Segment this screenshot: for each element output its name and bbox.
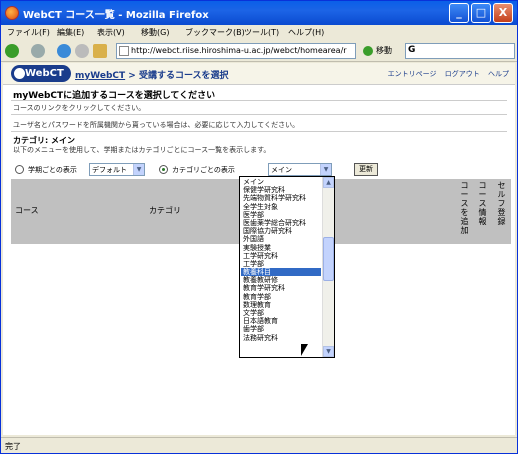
menu-edit[interactable]: 編集(E) — [57, 27, 84, 38]
status-bar: 完了 — [1, 437, 517, 453]
title-bar: WebCT コース一覧 - Mozilla Firefox _ □ X — [1, 1, 517, 25]
search-engine-icon: G — [408, 45, 416, 55]
globe-icon — [14, 68, 25, 79]
dropdown-options: メイン 保健学研究科 先端物質科学研究科 全学生対象 医学部 医歯薬学総合研究科 国際協力研… — [241, 178, 321, 342]
forward-icon[interactable] — [31, 44, 45, 58]
page-icon — [119, 46, 129, 56]
column-add-course: コースを追加 — [460, 181, 469, 235]
category-radio[interactable] — [159, 165, 168, 174]
dropdown-option[interactable]: 歯学部 — [241, 325, 321, 333]
navigation-toolbar: http://webct.riise.hiroshima-u.ac.jp/web… — [1, 40, 517, 62]
dropdown-option[interactable]: 実験授業 — [241, 244, 321, 252]
dropdown-option[interactable]: 工学部 — [241, 260, 321, 268]
divider — [11, 114, 507, 115]
column-self-register: セルフ登録 — [497, 181, 506, 226]
dropdown-option[interactable]: 法務研究科 — [241, 334, 321, 342]
menu-help[interactable]: ヘルプ(H) — [288, 27, 324, 38]
dropdown-option[interactable]: 数理教育 — [241, 301, 321, 309]
category-select-value: メイン — [271, 166, 292, 174]
url-text: http://webct.riise.hiroshima-u.ac.jp/web… — [131, 46, 347, 55]
term-select-value: デフォルト — [92, 166, 127, 174]
instruction-2: ユーザ名とパスワードを所属機関から貰っている場合は、必要に応じて入力してください… — [13, 121, 300, 129]
help-link[interactable]: ヘルプ — [488, 70, 509, 78]
category-select[interactable]: メイン ▼ — [268, 163, 332, 176]
go-icon — [363, 45, 373, 56]
category-dropdown-list[interactable]: メイン 保健学研究科 先端物質科学研究科 全学生対象 医学部 医歯薬学総合研究科 国際協力研… — [239, 176, 335, 358]
column-category: カテゴリ — [149, 206, 181, 215]
dropdown-option[interactable]: 医学部 — [241, 211, 321, 219]
dropdown-option[interactable]: 文学部 — [241, 309, 321, 317]
scroll-down-icon[interactable]: ▼ — [323, 346, 334, 357]
firefox-icon — [5, 6, 19, 20]
term-radio[interactable] — [15, 165, 24, 174]
term-radio-label: 学期ごとの表示 — [28, 166, 77, 174]
menu-bookmarks[interactable]: ブックマーク(B) — [185, 27, 245, 38]
dropdown-option[interactable]: 工学研究科 — [241, 252, 321, 260]
term-select[interactable]: デフォルト ▼ — [89, 163, 145, 176]
status-text: 完了 — [5, 442, 21, 451]
dropdown-option[interactable]: 保健学研究科 — [241, 186, 321, 194]
menu-file[interactable]: ファイル(F) — [7, 27, 50, 38]
chevron-down-icon: ▼ — [320, 164, 331, 175]
reload-icon[interactable] — [57, 44, 71, 58]
dropdown-option[interactable]: 教養科目 — [241, 268, 321, 277]
dropdown-option[interactable]: 教養教研修 — [241, 276, 321, 284]
go-button[interactable]: 移動 — [363, 45, 392, 56]
page-content: WebCT myWebCT > 受講するコースを選択 エントリページ ログアウト… — [3, 63, 515, 435]
scroll-up-icon[interactable]: ▲ — [323, 177, 334, 188]
maximize-button[interactable]: □ — [471, 3, 491, 23]
category-radio-label: カテゴリごとの表示 — [172, 166, 235, 174]
mouse-cursor-icon — [301, 344, 308, 356]
browser-window: WebCT コース一覧 - Mozilla Firefox _ □ X ファイル… — [0, 0, 518, 454]
instruction-1: コースのリンクをクリックしてください。 — [13, 104, 146, 112]
dropdown-option[interactable]: 日本語教育 — [241, 317, 321, 325]
dropdown-option[interactable]: 教育学部 — [241, 293, 321, 301]
chevron-down-icon: ▼ — [133, 164, 144, 175]
back-icon[interactable] — [5, 44, 19, 58]
webct-logo-text: WebCT — [25, 68, 64, 79]
minimize-button[interactable]: _ — [449, 3, 469, 23]
dropdown-option[interactable]: 国際協力研究科 — [241, 227, 321, 235]
stop-icon[interactable] — [75, 44, 89, 58]
menu-bar: ファイル(F) 編集(E) 表示(V) 移動(G) ブックマーク(B) ツール(… — [1, 25, 517, 40]
dropdown-option[interactable]: メイン — [241, 178, 321, 186]
dropdown-option[interactable]: 教育学研究科 — [241, 284, 321, 292]
divider — [11, 100, 507, 101]
breadcrumb-current: 受講するコースを選択 — [138, 71, 229, 81]
search-input[interactable]: G — [405, 43, 515, 59]
menu-view[interactable]: 表示(V) — [97, 27, 125, 38]
breadcrumb-separator: > — [125, 71, 139, 81]
url-input[interactable]: http://webct.riise.hiroshima-u.ac.jp/web… — [116, 43, 356, 59]
breadcrumb-mywebct[interactable]: myWebCT — [75, 71, 125, 81]
dropdown-option[interactable]: 全学生対象 — [241, 203, 321, 211]
dropdown-option[interactable]: 先端物質科学研究科 — [241, 194, 321, 202]
header-links: エントリページ ログアウト ヘルプ — [382, 69, 509, 79]
dropdown-option[interactable]: 医歯薬学総合研究科 — [241, 219, 321, 227]
window-title: WebCT コース一覧 - Mozilla Firefox — [23, 10, 209, 21]
menu-go[interactable]: 移動(G) — [141, 27, 169, 38]
webct-logo: WebCT — [11, 65, 71, 82]
entry-page-link[interactable]: エントリページ — [388, 70, 437, 78]
column-course-info: コース情報 — [478, 181, 487, 226]
logout-link[interactable]: ログアウト — [445, 70, 480, 78]
update-button[interactable]: 更新 — [354, 163, 378, 176]
divider — [11, 131, 507, 132]
go-label: 移動 — [376, 46, 392, 55]
menu-tools[interactable]: ツール(T) — [244, 27, 279, 38]
close-button[interactable]: X — [493, 3, 513, 23]
dropdown-option[interactable]: 外国語 — [241, 235, 321, 243]
breadcrumb: myWebCT > 受講するコースを選択 — [75, 68, 229, 81]
webct-header: WebCT myWebCT > 受講するコースを選択 エントリページ ログアウト… — [3, 63, 515, 85]
home-icon[interactable] — [93, 44, 107, 58]
scroll-thumb[interactable] — [323, 237, 334, 281]
dropdown-scrollbar[interactable]: ▲ ▼ — [322, 177, 334, 357]
column-course: コース — [15, 206, 39, 215]
category-description: 以下のメニューを使用して、学期またはカテゴリごとにコース一覧を表示します。 — [13, 146, 271, 154]
